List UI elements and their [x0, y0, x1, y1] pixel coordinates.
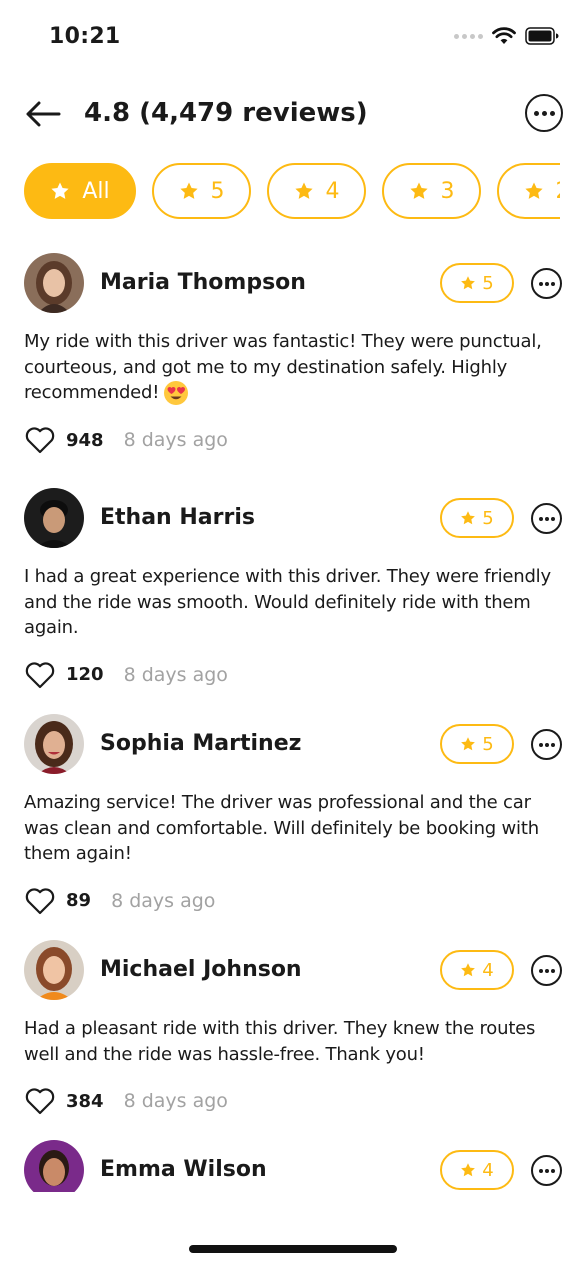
like-count: 948	[66, 429, 104, 451]
review-text-body: My ride with this driver was fantastic! …	[24, 331, 542, 403]
rating-badge: 4	[440, 1150, 514, 1190]
wifi-icon	[492, 27, 516, 44]
page-title: 4.8 (4,479 reviews)	[84, 98, 368, 128]
rating-badge: 5	[440, 498, 514, 538]
like-count: 384	[66, 1090, 104, 1112]
review-date: 8 days ago	[123, 429, 228, 451]
heart-outline-icon	[25, 1088, 55, 1115]
like-count: 89	[66, 890, 92, 911]
arrow-left-icon	[26, 101, 61, 127]
review-date: 8 days ago	[111, 889, 216, 912]
review-card: Emma Wilson 4	[24, 1140, 564, 1192]
rating-badge: 5	[440, 724, 514, 764]
review-date: 8 days ago	[123, 1090, 228, 1112]
cellular-signal-icon	[454, 33, 483, 39]
star-icon	[294, 182, 313, 199]
review-date: 8 days ago	[123, 663, 228, 686]
battery-icon	[525, 27, 559, 45]
star-icon	[524, 182, 543, 199]
like-count: 120	[66, 664, 104, 685]
more-dots-icon	[538, 968, 543, 973]
review-more-button[interactable]	[531, 729, 562, 760]
status-time: 10:21	[49, 24, 121, 49]
back-button[interactable]	[22, 94, 64, 134]
review-card: Sophia Martinez 5 Amazing service! The d…	[24, 714, 564, 917]
review-text: My ride with this driver was fantastic! …	[24, 329, 560, 406]
rating-value: 5	[482, 733, 494, 755]
like-button[interactable]	[24, 425, 56, 455]
heart-outline-icon	[25, 661, 55, 688]
review-meta: 120 8 days ago	[24, 659, 564, 691]
rating-badge: 4	[440, 950, 514, 990]
star-icon	[461, 276, 476, 290]
app-header: 4.8 (4,479 reviews)	[0, 86, 585, 142]
review-meta: 384 8 days ago	[24, 1085, 564, 1117]
more-dots-icon	[538, 1168, 543, 1173]
heart-outline-icon	[25, 887, 55, 914]
review-more-button[interactable]	[531, 1155, 562, 1186]
filter-chip-label: 3	[440, 178, 455, 204]
more-dots-icon	[533, 110, 539, 116]
filter-chip-2[interactable]: 2	[497, 163, 560, 219]
rating-badge: 5	[440, 263, 514, 303]
avatar[interactable]	[24, 714, 84, 774]
star-icon	[461, 963, 476, 977]
review-meta: 948 8 days ago	[24, 424, 564, 456]
reviewer-name[interactable]: Michael Johnson	[100, 955, 302, 985]
review-text: I had a great experience with this drive…	[24, 566, 551, 638]
review-more-button[interactable]	[531, 268, 562, 299]
filter-chip-label: 5	[210, 178, 225, 204]
star-icon	[409, 182, 428, 199]
star-icon	[461, 511, 476, 525]
star-icon	[461, 737, 476, 751]
home-indicator[interactable]	[189, 1245, 397, 1253]
filter-chip-3[interactable]: 3	[382, 163, 481, 219]
rating-value: 5	[482, 272, 494, 294]
more-options-button[interactable]	[525, 94, 563, 132]
reviewer-name[interactable]: Ethan Harris	[100, 503, 255, 533]
avatar[interactable]	[24, 488, 84, 548]
filter-chip-label: 4	[325, 178, 340, 204]
like-button[interactable]	[24, 1086, 56, 1116]
review-text: Had a pleasant ride with this driver. Th…	[24, 1018, 536, 1065]
more-dots-icon	[538, 516, 543, 521]
avatar[interactable]	[24, 1140, 84, 1192]
filter-chip-label: All	[82, 178, 110, 204]
status-icons	[454, 27, 559, 45]
review-card: Michael Johnson 4 Had a pleasant ride wi…	[24, 940, 564, 1117]
avatar[interactable]	[24, 253, 84, 313]
more-dots-icon	[538, 742, 543, 747]
status-bar: 10:21	[0, 0, 585, 76]
filter-chip-5[interactable]: 5	[152, 163, 251, 219]
filter-chip-all[interactable]: All	[24, 163, 136, 219]
heart-eyes-emoji-icon	[164, 381, 189, 405]
avatar[interactable]	[24, 940, 84, 1000]
reviewer-name[interactable]: Maria Thompson	[100, 268, 306, 298]
review-text: Amazing service! The driver was professi…	[24, 792, 539, 864]
more-dots-icon	[538, 281, 543, 286]
rating-filter-bar[interactable]: All 5 4 3 2	[24, 163, 560, 221]
filter-chip-label: 2	[556, 179, 561, 204]
review-card: Maria Thompson 5 My ride with this drive…	[24, 253, 564, 456]
review-card: Ethan Harris 5 I had a great experience …	[24, 488, 564, 691]
star-icon	[179, 182, 198, 199]
star-icon	[51, 182, 69, 199]
reviewer-name[interactable]: Sophia Martinez	[100, 729, 301, 759]
review-more-button[interactable]	[531, 503, 562, 534]
review-meta: 89 8 days ago	[24, 885, 564, 917]
rating-value: 4	[482, 959, 494, 981]
filter-chip-4[interactable]: 4	[267, 163, 366, 219]
review-more-button[interactable]	[531, 955, 562, 986]
like-button[interactable]	[24, 886, 56, 916]
rating-value: 5	[482, 507, 494, 529]
like-button[interactable]	[24, 660, 56, 690]
star-icon	[461, 1163, 476, 1177]
heart-outline-icon	[25, 427, 55, 454]
rating-value: 4	[482, 1159, 494, 1181]
reviewer-name[interactable]: Emma Wilson	[100, 1155, 267, 1185]
